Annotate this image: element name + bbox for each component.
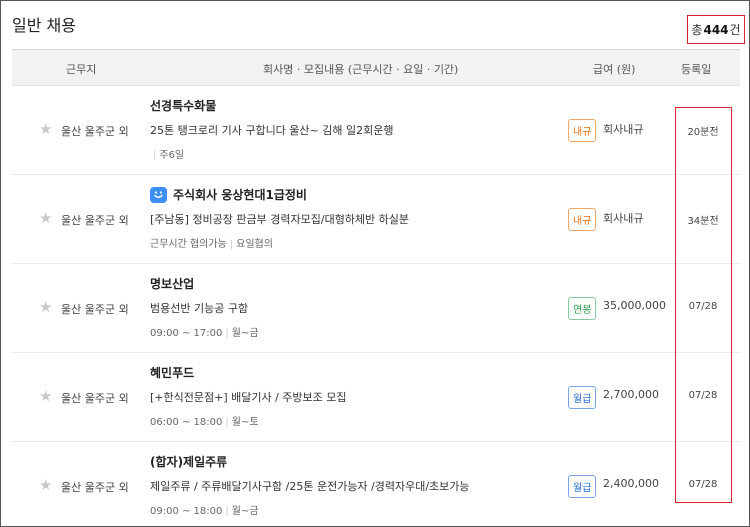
row-location: 울산 울주군 외 <box>61 214 129 227</box>
page-title: 일반 채용 <box>12 16 76 35</box>
job-conditions: 09:00 ~ 18:00 | 월~금 <box>150 502 259 517</box>
date-column-highlight <box>675 107 732 503</box>
column-pay: 급여 (원) <box>593 63 636 76</box>
column-company: 회사명 · 모집내용 (근무시간 · 요일 · 기간) <box>263 63 459 76</box>
pay-type-badge: 내규 <box>568 119 597 142</box>
total-prefix: 총 <box>691 23 703 37</box>
star-icon[interactable]: ★ <box>39 476 52 494</box>
table-row[interactable]: ★ 울산 울주군 외 명보산업 범용선반 기능공 구함 09:00 ~ 17:0… <box>12 264 740 353</box>
star-icon[interactable]: ★ <box>39 387 52 405</box>
condition-divider: | <box>229 239 234 250</box>
total-count-box: 총 444 건 <box>687 15 745 44</box>
condition: 월~금 <box>231 506 259 517</box>
table-header: 근무지 회사명 · 모집내용 (근무시간 · 요일 · 기간) 급여 (원) 등… <box>12 49 740 86</box>
total-suffix: 건 <box>729 23 741 37</box>
condition: 월~금 <box>231 328 259 339</box>
company-name: (합자)제일주류 <box>150 455 228 469</box>
table-row[interactable]: ★ 울산 울주군 외 (합자)제일주류 제일주류 / 주류배달기사구함 /25톤… <box>12 442 740 527</box>
company-name-link[interactable]: (합자)제일주류 <box>150 453 227 470</box>
condition-divider: | <box>225 417 229 428</box>
job-conditions: 09:00 ~ 17:00 | 월~금 <box>150 324 259 339</box>
condition: 09:00 ~ 18:00 <box>150 506 223 517</box>
job-conditions: 근무시간 협의가능 | 요일협의 <box>150 235 273 250</box>
company-name: 선경특수화물 <box>150 99 217 113</box>
job-title-link[interactable]: 25톤 탱크로리 기사 구합니다 울산~ 김해 일2회운행 <box>150 122 393 138</box>
company-name-link[interactable]: 주식회사 웅상현대1급정비 <box>150 186 307 203</box>
pay-amount: 2,400,000 <box>603 477 659 490</box>
row-location: 울산 울주군 외 <box>61 392 129 405</box>
condition: 06:00 ~ 18:00 <box>150 417 223 428</box>
condition-divider: | <box>153 150 157 161</box>
row-location: 울산 울주군 외 <box>61 481 129 494</box>
condition: 요일협의 <box>236 239 273 250</box>
star-icon[interactable]: ★ <box>39 298 52 316</box>
condition: 주6일 <box>159 150 185 161</box>
table-row[interactable]: ★ 울산 울주군 외 주식회사 웅상현대1급정비 [주남동] 정비공장 판금부 … <box>12 175 740 264</box>
column-date: 등록일 <box>681 63 712 76</box>
table-row[interactable]: ★ 울산 울주군 외 선경특수화물 25톤 탱크로리 기사 구합니다 울산~ 김… <box>12 86 740 175</box>
star-icon[interactable]: ★ <box>39 209 52 227</box>
row-location: 울산 울주군 외 <box>61 303 129 316</box>
job-title-link[interactable]: [+한식전문점+] 배달기사 / 주방보조 모집 <box>150 389 347 405</box>
total-count: 444 <box>703 22 729 37</box>
pay-amount: 35,000,000 <box>603 299 666 312</box>
job-title-link[interactable]: 제일주류 / 주류배달기사구함 /25톤 운전가능자 /경력자우대/초보가능 <box>150 478 470 494</box>
pay-type-badge: 내규 <box>568 208 597 231</box>
job-conditions: 06:00 ~ 18:00 | 월~토 <box>150 413 259 428</box>
star-icon[interactable]: ★ <box>39 120 52 138</box>
condition-divider: | <box>225 506 229 517</box>
company-name-link[interactable]: 선경특수화물 <box>150 97 216 114</box>
condition: 근무시간 협의가능 <box>150 239 227 250</box>
job-title-link[interactable]: [주남동] 정비공장 판금부 경력자모집/대형하체반 하실분 <box>150 211 409 227</box>
pay-amount: 회사내규 <box>603 123 644 136</box>
column-location: 근무지 <box>66 63 97 76</box>
pay-type-badge: 월급 <box>568 386 597 409</box>
job-conditions: | 주6일 <box>150 146 184 161</box>
smile-icon <box>150 186 167 203</box>
pay-type-badge: 연봉 <box>568 297 597 320</box>
company-name: 혜민푸드 <box>150 366 195 380</box>
pay-amount: 회사내규 <box>603 212 644 225</box>
company-name: 명보산업 <box>150 277 195 291</box>
company-name-link[interactable]: 혜민푸드 <box>150 364 194 381</box>
condition-divider: | <box>225 328 229 339</box>
table-row[interactable]: ★ 울산 울주군 외 혜민푸드 [+한식전문점+] 배달기사 / 주방보조 모집… <box>12 353 740 442</box>
company-name: 주식회사 웅상현대1급정비 <box>173 188 307 202</box>
condition: 월~토 <box>231 417 259 428</box>
job-title-link[interactable]: 범용선반 기능공 구함 <box>150 300 248 316</box>
pay-type-badge: 월급 <box>568 475 597 498</box>
pay-amount: 2,700,000 <box>603 388 659 401</box>
condition: 09:00 ~ 17:00 <box>150 328 223 339</box>
row-location: 울산 울주군 외 <box>61 125 129 138</box>
company-name-link[interactable]: 명보산업 <box>150 275 194 292</box>
